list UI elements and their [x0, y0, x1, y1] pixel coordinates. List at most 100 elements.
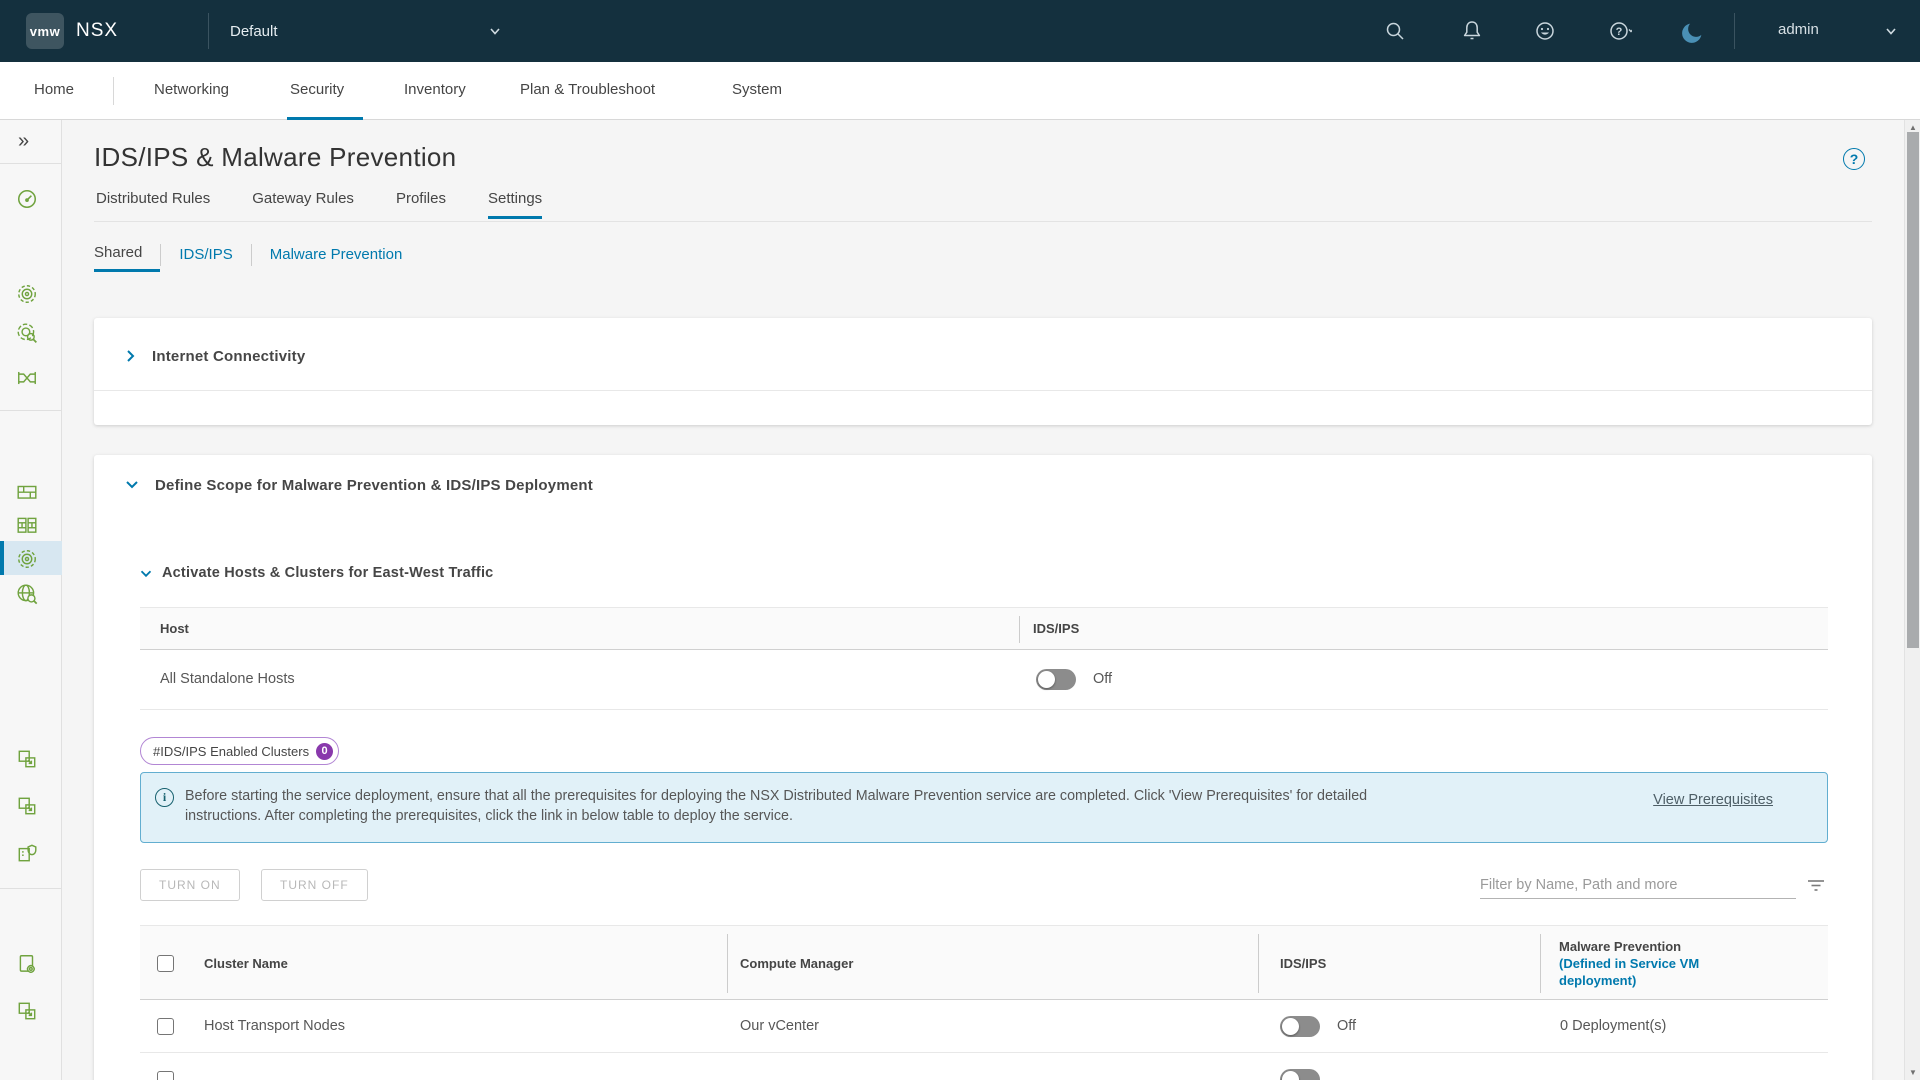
standalone-hosts-table: Host IDS/IPS All Standalone Hosts Off [140, 607, 1828, 710]
define-scope-card: Define Scope for Malware Prevention & ID… [94, 455, 1872, 1080]
host-name-cell: All Standalone Hosts [160, 671, 295, 687]
help-icon[interactable]: ? [1608, 19, 1632, 43]
distributed-firewall-icon[interactable] [16, 481, 38, 503]
threat-radar-search-icon[interactable] [16, 322, 38, 344]
table-row: All Standalone Hosts Off [140, 650, 1828, 710]
column-divider [1019, 616, 1020, 643]
chevron-down-icon[interactable] [122, 475, 142, 495]
shared-objects-icon[interactable] [16, 748, 38, 770]
row-checkbox[interactable] [157, 1071, 174, 1080]
ids-ips-enabled-clusters-chip[interactable]: #IDS/IPS Enabled Clusters 0 [140, 737, 339, 765]
row-checkbox[interactable] [157, 1018, 174, 1035]
nav-divider [113, 77, 114, 105]
chevron-down-icon[interactable] [137, 565, 157, 585]
migrate-objects-icon[interactable] [16, 1000, 38, 1022]
tab-gateway-rules[interactable]: Gateway Rules [252, 190, 354, 219]
host-table-header: Host IDS/IPS [140, 607, 1828, 650]
deployments-cell: 0 Deployment(s) [1560, 1018, 1666, 1034]
scroll-up-arrow[interactable]: ▲ [1905, 123, 1920, 132]
notifications-bell-icon[interactable] [1460, 19, 1484, 43]
subtab-malware-prevention[interactable]: Malware Prevention [252, 246, 421, 271]
table-row-partial [140, 1053, 1828, 1080]
tab-settings[interactable]: Settings [488, 190, 542, 219]
turn-on-button[interactable]: TURN ON [140, 869, 240, 901]
nav-plan-troubleshoot[interactable]: Plan & Troubleshoot [520, 81, 655, 98]
tabs-separator [94, 221, 1872, 222]
user-menu[interactable]: admin [1778, 21, 1819, 38]
prerequisites-info-banner: i Before starting the service deployment… [140, 772, 1828, 843]
ids-ips-malware-prevention-icon[interactable] [16, 548, 38, 570]
page-help-icon[interactable]: ? [1843, 148, 1865, 170]
cluster-name-cell: Host Transport Nodes [204, 1018, 345, 1034]
idsips-toggle-off[interactable] [1280, 1069, 1320, 1080]
security-overview-dashboard-icon[interactable] [16, 188, 38, 210]
defined-in-service-vm-link[interactable]: (Defined in Service VM deployment) [1559, 955, 1749, 989]
vertical-scrollbar[interactable]: ▲ ▼ [1904, 120, 1920, 1080]
tab-distributed-rules[interactable]: Distributed Rules [96, 190, 210, 219]
nav-home[interactable]: Home [34, 81, 74, 98]
subtab-ids-ips[interactable]: IDS/IPS [161, 246, 250, 271]
internet-connectivity-card: Internet Connectivity [94, 318, 1872, 425]
col-compute-manager: Compute Manager [740, 956, 853, 971]
nav-inventory[interactable]: Inventory [404, 81, 466, 98]
activate-hosts-title[interactable]: Activate Hosts & Clusters for East-West … [162, 565, 493, 581]
dark-mode-moon-icon[interactable] [1678, 19, 1702, 43]
traffic-crossover-icon[interactable] [16, 367, 38, 389]
gateway-firewall-icon[interactable] [16, 514, 38, 536]
endpoint-protection-icon[interactable] [16, 842, 38, 864]
toggle-state-label: Off [1093, 671, 1112, 687]
main-nav: Home Networking Security Inventory Plan … [0, 62, 1920, 120]
vmware-logo[interactable]: vmw [26, 13, 64, 49]
expand-sidebar-icon[interactable]: » [18, 130, 29, 153]
scroll-down-arrow[interactable]: ▼ [1905, 1068, 1920, 1077]
clusters-table: Cluster Name Compute Manager IDS/IPS Mal… [140, 925, 1828, 1080]
chip-count-badge: 0 [316, 743, 333, 760]
settings-subtabs: Shared IDS/IPS Malware Prevention [94, 244, 420, 272]
scrollbar-thumb[interactable] [1907, 132, 1919, 648]
turn-off-button[interactable]: TURN OFF [261, 869, 368, 901]
project-scope-selector[interactable]: Default [230, 0, 502, 62]
col-idsips: IDS/IPS [1033, 621, 1079, 636]
feedback-smiley-icon[interactable] [1533, 19, 1557, 43]
scope-selector-value: Default [230, 23, 278, 40]
chevron-down-icon [488, 24, 502, 38]
banner-text: Before starting the service deployment, … [185, 786, 1435, 826]
security-sidebar: » [0, 120, 62, 1080]
url-filtering-globe-search-icon[interactable] [16, 583, 38, 605]
filter-input[interactable] [1480, 871, 1796, 899]
chevron-right-icon[interactable] [120, 346, 140, 366]
tab-profiles[interactable]: Profiles [396, 190, 446, 219]
sidebar-divider [0, 888, 62, 889]
idsips-toggle-off[interactable] [1036, 669, 1076, 690]
column-divider [1258, 934, 1259, 993]
ids-ips-target-icon[interactable] [16, 283, 38, 305]
chip-label: #IDS/IPS Enabled Clusters [153, 744, 309, 759]
filter-icon[interactable] [1806, 875, 1826, 895]
settings-tabs: Distributed Rules Gateway Rules Profiles… [96, 190, 542, 219]
clusters-table-header: Cluster Name Compute Manager IDS/IPS Mal… [140, 925, 1828, 1000]
view-prerequisites-link[interactable]: View Prerequisites [1653, 792, 1773, 808]
user-chevron-down-icon[interactable] [1884, 24, 1908, 48]
nav-system[interactable]: System [732, 81, 782, 98]
sidebar-divider [0, 163, 62, 164]
subtab-shared[interactable]: Shared [94, 244, 160, 272]
shared-rules-icon[interactable] [16, 795, 38, 817]
select-all-checkbox[interactable] [157, 955, 174, 972]
topbar-divider [208, 13, 209, 49]
page-content: IDS/IPS & Malware Prevention ? Distribut… [62, 120, 1904, 1080]
col-cluster-name: Cluster Name [204, 956, 288, 971]
top-bar: vmw NSX Default ? admin [0, 0, 1920, 62]
define-scope-title[interactable]: Define Scope for Malware Prevention & ID… [155, 477, 593, 494]
internet-connectivity-title[interactable]: Internet Connectivity [152, 348, 305, 365]
idsips-toggle-off[interactable] [1280, 1016, 1320, 1037]
column-divider [1540, 934, 1541, 993]
table-row: Host Transport Nodes Our vCenter Off 0 D… [140, 1000, 1828, 1053]
search-icon[interactable] [1383, 19, 1407, 43]
product-name: NSX [76, 20, 118, 42]
settings-document-gear-icon[interactable] [16, 953, 38, 975]
card-divider [94, 390, 1872, 391]
nav-networking[interactable]: Networking [154, 81, 229, 98]
nav-security[interactable]: Security [290, 81, 344, 98]
col-host: Host [160, 621, 189, 636]
sidebar-divider [0, 410, 62, 411]
